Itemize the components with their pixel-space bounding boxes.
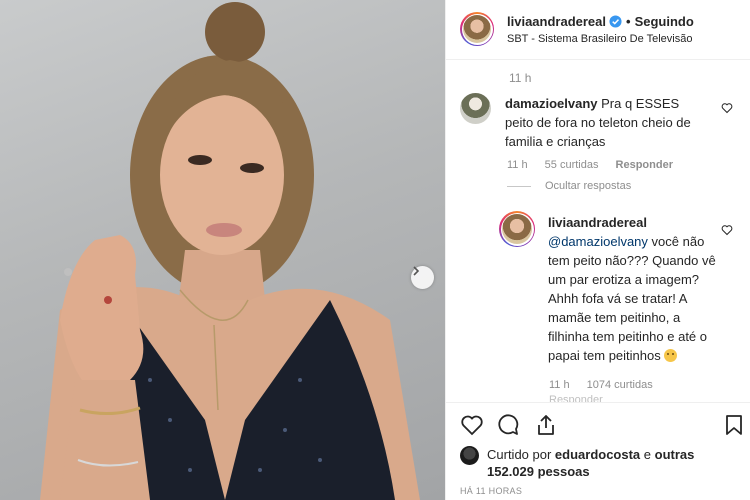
reply-author-avatar[interactable] xyxy=(499,211,535,247)
bookmark-icon[interactable] xyxy=(722,413,746,437)
separator-dot: • xyxy=(626,14,631,29)
heart-icon[interactable] xyxy=(460,413,484,437)
reply-mention[interactable]: @damazioelvany xyxy=(548,234,648,249)
reply-body: liviaandradereal @damazioelvany você não… xyxy=(548,213,718,365)
liked-by-text: Curtido por eduardocosta e outras 152.02… xyxy=(487,446,737,480)
hide-replies-label: Ocultar respostas xyxy=(545,180,632,192)
liked-by-user[interactable]: eduardocosta xyxy=(555,447,640,462)
divider xyxy=(507,185,531,187)
comment-time: 11 h xyxy=(507,159,528,171)
commenter-username[interactable]: damazioelvany xyxy=(505,96,598,111)
following-button[interactable]: Seguindo xyxy=(635,14,694,29)
comment-icon[interactable] xyxy=(496,413,520,437)
comment-meta: 11 h 55 curtidas Responder xyxy=(507,159,687,171)
reply-likes[interactable]: 1074 curtidas xyxy=(587,379,653,391)
reply-text: você não tem peito não??? Quando vê um p… xyxy=(548,234,716,363)
liked-by-middle: e xyxy=(640,447,655,462)
comment-like-heart-icon[interactable] xyxy=(721,102,733,114)
next-photo-button[interactable] xyxy=(411,266,434,289)
caption-time: 11 h xyxy=(509,71,532,85)
author-username[interactable]: liviaandradereal xyxy=(507,14,606,29)
reply-like-heart-icon[interactable] xyxy=(721,224,733,236)
reply-meta: 11 h 1074 curtidas xyxy=(549,379,667,391)
comment: damazioelvany Pra q ESSES peito de fora … xyxy=(505,94,710,151)
post-header: liviaandradereal • Seguindo SBT - Sistem… xyxy=(446,0,750,60)
post-location[interactable]: SBT - Sistema Brasileiro De Televisão xyxy=(507,33,692,45)
liked-by-avatar[interactable] xyxy=(460,446,479,465)
verified-badge-icon xyxy=(609,15,622,28)
post-photo xyxy=(0,0,445,500)
reply-username[interactable]: liviaandradereal xyxy=(548,215,647,230)
comment-reply-button[interactable]: Responder xyxy=(616,159,673,171)
commenter-avatar[interactable] xyxy=(460,93,491,124)
reply-reply-button[interactable]: Responder xyxy=(549,394,603,402)
hide-replies-button[interactable]: Ocultar respostas xyxy=(507,180,631,192)
author-avatar[interactable] xyxy=(460,12,494,46)
chevron-right-icon xyxy=(413,266,420,276)
share-icon[interactable] xyxy=(534,413,558,437)
reply-time: 11 h xyxy=(549,379,570,391)
post-actions xyxy=(446,402,750,446)
smile-emoji-icon xyxy=(664,349,678,362)
post-timestamp[interactable]: HÁ 11 HORAS xyxy=(460,486,522,496)
liked-by-prefix: Curtido por xyxy=(487,447,555,462)
comment-likes[interactable]: 55 curtidas xyxy=(545,159,599,171)
photo-illustration xyxy=(40,2,420,500)
post-sidebar: liviaandradereal • Seguindo SBT - Sistem… xyxy=(445,0,750,500)
liked-by: Curtido por eduardocosta e outras 152.02… xyxy=(460,446,740,480)
